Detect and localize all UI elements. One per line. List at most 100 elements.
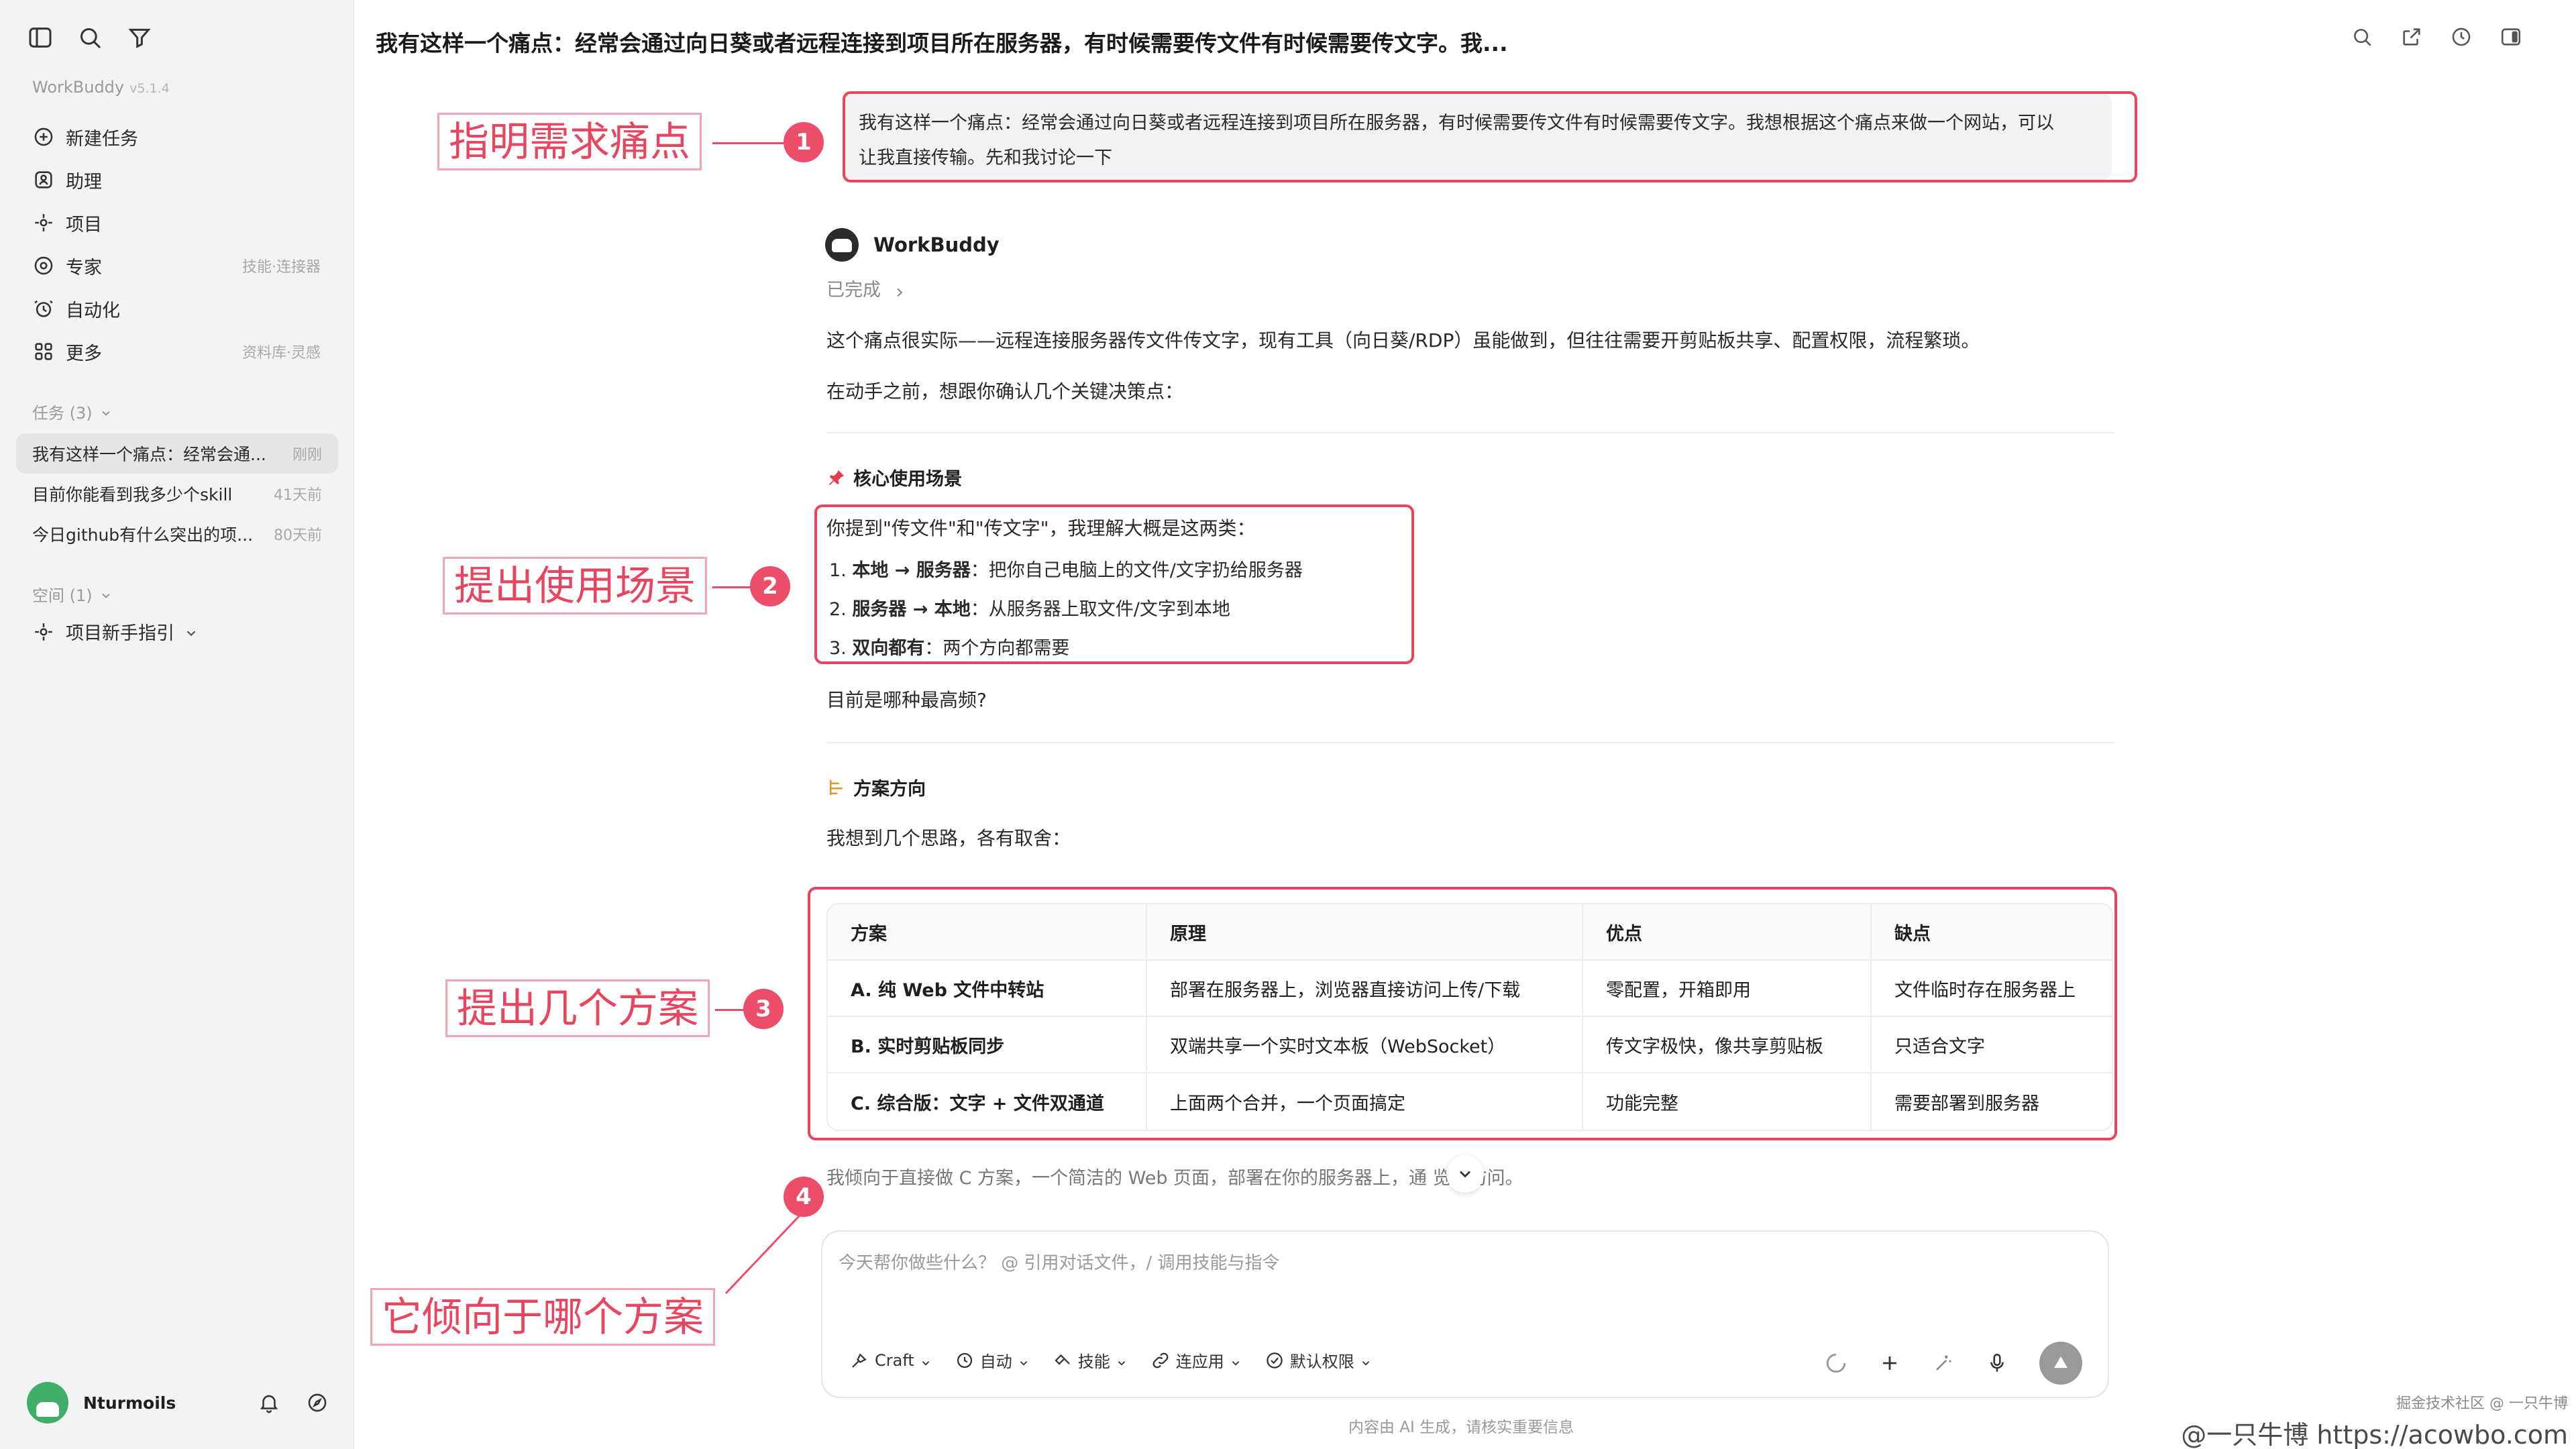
link-icon (1150, 1350, 1171, 1371)
divider (826, 742, 2114, 743)
task-list: 我有这样一个痛点：经常会通... 刚刚 目前你能看到我多少个skill 41天前… (16, 433, 338, 554)
craft-dropdown[interactable]: Craft (849, 1350, 932, 1371)
compass-icon[interactable] (306, 1391, 329, 1414)
assistant-header: WorkBuddy (825, 228, 1000, 262)
composer-tools: Craft 自动 技能 连应用 默认权限 (849, 1348, 1372, 1372)
project-icon (32, 211, 55, 234)
sidebar-item-project[interactable]: 项目 (27, 201, 329, 244)
connect-app-dropdown[interactable]: 连应用 (1150, 1348, 1242, 1372)
tool-label: 自动 (979, 1352, 1012, 1371)
add-icon[interactable] (1878, 1352, 1901, 1375)
chevron-down-icon (99, 405, 113, 419)
sidebar-item-label: 新建任务 (66, 128, 138, 150)
plus-circle-icon (32, 125, 55, 148)
prompt-input[interactable] (839, 1246, 2086, 1280)
header-actions (2351, 25, 2522, 48)
task-item[interactable]: 目前你能看到我多少个skill 41天前 (16, 474, 338, 514)
tool-label: 技能 (1077, 1352, 1110, 1371)
craft-icon (849, 1350, 869, 1371)
scroll-down-button[interactable] (1446, 1155, 1484, 1193)
assistant-paragraph: 这个痛点很实际——远程连接服务器传文件传文字，现有工具（向日葵/RDP）虽能做到… (826, 329, 1980, 352)
annotation-label-1: 指明需求痛点 (437, 113, 702, 170)
space-item[interactable]: 项目新手指引 (32, 619, 209, 645)
section-heading-text: 核心使用场景 (853, 469, 962, 490)
annotation-number-1: 1 (784, 122, 824, 162)
sidebar-item-automation[interactable]: 自动化 (27, 287, 329, 330)
alarm-icon (32, 297, 55, 320)
skill-dropdown[interactable]: 技能 (1053, 1348, 1128, 1372)
chevron-down-icon (1018, 1354, 1030, 1366)
annotation-number-2: 2 (750, 566, 790, 606)
sidebar-item-more[interactable]: 更多 资料库·灵感 (27, 330, 329, 373)
app-name: WorkBuddy (32, 78, 125, 97)
sidebar: WorkBuddy v5.1.4 新建任务 助理 项目 专家 技能·连接器 自动化 (0, 0, 354, 1449)
conversation-header: 我有这样一个痛点：经常会通过向日葵或者远程连接到项目所在服务器，有时候需要传文件… (376, 25, 2522, 59)
filter-icon[interactable] (126, 24, 153, 51)
space-item-label: 项目新手指引 (66, 623, 174, 644)
task-title: 我有这样一个痛点：经常会通... (32, 445, 266, 464)
task-time: 80天前 (274, 527, 322, 544)
task-item[interactable]: 我有这样一个痛点：经常会通... 刚刚 (16, 433, 338, 474)
annotation-label-3: 提出几个方案 (445, 979, 710, 1037)
plans-intro: 我想到几个思路，各有取舍： (826, 827, 1071, 849)
auto-dropdown[interactable]: 自动 (955, 1348, 1030, 1372)
sidebar-toggle-icon[interactable] (27, 24, 54, 51)
user-actions (258, 1391, 329, 1414)
chevron-right-icon (892, 284, 907, 299)
history-icon[interactable] (2450, 25, 2473, 48)
search-icon[interactable] (76, 24, 103, 51)
annotation-number-3: 3 (743, 989, 784, 1029)
watermark-line: 掘金技术社区 @ 一只牛博 (2396, 1395, 2568, 1412)
chevron-down-icon (920, 1354, 932, 1366)
panel-toggle-icon[interactable] (2500, 25, 2522, 48)
chevron-down-icon (1116, 1354, 1128, 1366)
task-title: 今日github有什么突出的项... (32, 525, 254, 545)
sidebar-item-new-task[interactable]: 新建任务 (27, 115, 329, 158)
search-icon[interactable] (2351, 25, 2373, 48)
app-version: v5.1.4 (129, 81, 170, 96)
magic-wand-icon[interactable] (1932, 1352, 1955, 1375)
user-name: Nturmoils (83, 1393, 176, 1413)
arrow-up-icon (2049, 1352, 2072, 1375)
app-brand: WorkBuddy v5.1.4 (32, 78, 170, 97)
section-heading-text: 方案方向 (853, 779, 926, 800)
sidebar-item-assistant[interactable]: 助理 (27, 158, 329, 201)
loading-spinner-icon (1825, 1352, 1847, 1375)
watermark-line: @一只牛博 https://acowbo.com (2181, 1420, 2568, 1449)
assistant-paragraph-partial: 我倾向于直接做 C 方案，一个简洁的 Web 页面，部署在你的服务器上，通 览器… (826, 1168, 1523, 1189)
composer: Craft 自动 技能 连应用 默认权限 (821, 1230, 2109, 1398)
sidebar-item-label: 更多 (66, 343, 102, 364)
annotation-box-2 (814, 504, 1414, 664)
tool-label: 默认权限 (1289, 1352, 1354, 1371)
annotation-box-3 (808, 887, 2117, 1140)
sidebar-toolbar (27, 24, 153, 51)
status-toggle[interactable]: 已完成 (826, 275, 907, 301)
task-item[interactable]: 今日github有什么突出的项... 80天前 (16, 514, 338, 554)
chevron-down-icon (1360, 1354, 1372, 1366)
tasks-section-toggle[interactable]: 任务 (3) (32, 400, 113, 423)
section-heading: 方案方向 (826, 774, 926, 800)
bell-icon[interactable] (258, 1391, 280, 1414)
tool-label: Craft (875, 1350, 914, 1370)
space-section-toggle[interactable]: 空间 (1) (32, 582, 113, 606)
avatar[interactable] (27, 1382, 68, 1424)
annotation-label-4: 它倾向于哪个方案 (370, 1288, 715, 1346)
sidebar-item-hint: 技能·连接器 (242, 259, 321, 276)
annotation-connector (724, 1214, 801, 1295)
user-profile: Nturmoils (27, 1382, 329, 1424)
sidebar-item-expert[interactable]: 专家 技能·连接器 (27, 244, 329, 287)
sidebar-item-label: 自动化 (66, 300, 120, 321)
send-button[interactable] (2039, 1342, 2082, 1385)
microphone-icon[interactable] (1986, 1352, 2008, 1375)
sidebar-item-label: 项目 (66, 214, 102, 235)
permission-dropdown[interactable]: 默认权限 (1265, 1348, 1372, 1372)
share-icon[interactable] (2400, 25, 2423, 48)
sidebar-nav: 新建任务 助理 项目 专家 技能·连接器 自动化 更多 资料库·灵感 (27, 115, 329, 373)
sidebar-item-hint: 资料库·灵感 (242, 345, 321, 362)
project-icon (32, 621, 55, 643)
divider (826, 432, 2114, 433)
assistant-avatar (825, 228, 859, 262)
sidebar-item-label: 助理 (66, 171, 102, 193)
sidebar-item-label: 专家 (66, 257, 102, 278)
chevron-down-icon (99, 588, 113, 601)
